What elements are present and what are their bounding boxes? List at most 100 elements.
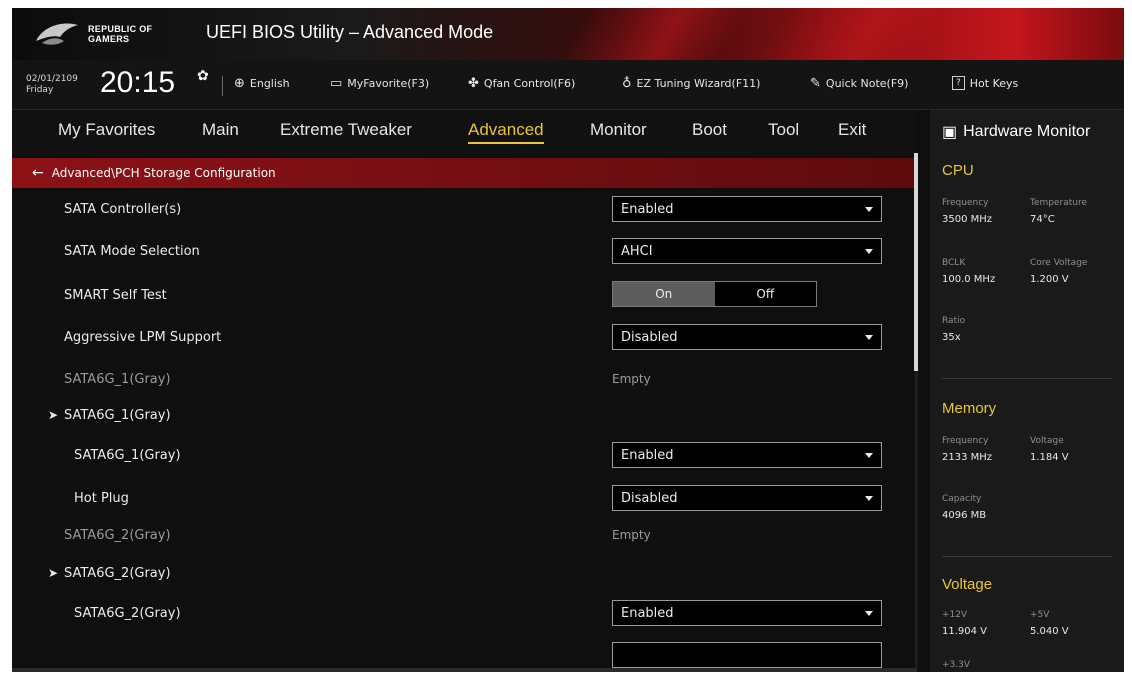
dropdown-value: AHCI bbox=[621, 244, 653, 259]
hot-plug-dropdown[interactable]: Disabled bbox=[612, 485, 882, 511]
setting-row-sata-controllers: SATA Controller(s) Enabled bbox=[12, 190, 917, 230]
port-status: Empty bbox=[612, 528, 651, 542]
v5-value: 5.040 V bbox=[1030, 626, 1069, 637]
divider bbox=[222, 76, 223, 96]
cpu-temperature-label: Temperature bbox=[1030, 198, 1088, 208]
quick-note-label: Quick Note(F9) bbox=[825, 77, 909, 90]
voltage-heading: Voltage bbox=[942, 576, 993, 593]
sata-mode-dropdown[interactable]: AHCI bbox=[612, 238, 882, 264]
tab-extreme-tweaker[interactable]: Extreme Tweaker bbox=[280, 120, 412, 140]
setting-label: SATA6G_1(Gray) bbox=[64, 372, 171, 387]
brand-line-2: GAMERS bbox=[88, 34, 130, 44]
monitor-icon: ▣ bbox=[942, 124, 958, 141]
clock-display[interactable]: 20:15 bbox=[100, 66, 175, 100]
day-text: Friday bbox=[26, 85, 54, 95]
tab-tool[interactable]: Tool bbox=[768, 120, 799, 140]
setting-row-smart-self-test: SMART Self Test On Off bbox=[12, 276, 917, 316]
aggressive-lpm-dropdown[interactable]: Disabled bbox=[612, 324, 882, 350]
memory-capacity-value: 4096 MB bbox=[942, 510, 987, 521]
section-divider bbox=[942, 378, 1112, 379]
setting-label: SATA6G_2(Gray) bbox=[64, 528, 171, 543]
memory-voltage-label: Voltage bbox=[1030, 436, 1064, 446]
setting-label: Hot Plug bbox=[74, 491, 129, 506]
port-status: Empty bbox=[612, 372, 651, 386]
setting-row-sata6g1-expander[interactable]: ➤ SATA6G_1(Gray) bbox=[12, 396, 917, 436]
setting-label: SATA6G_2(Gray) bbox=[74, 606, 181, 621]
setting-row-sata-mode: SATA Mode Selection AHCI bbox=[12, 232, 917, 272]
cpu-frequency-value: 3500 MHz bbox=[942, 214, 993, 225]
ratio-value: 35x bbox=[942, 332, 961, 343]
bottom-strip bbox=[12, 668, 917, 672]
gear-icon[interactable]: ✿ bbox=[197, 68, 209, 84]
setting-label: SATA Mode Selection bbox=[64, 244, 200, 259]
hardware-monitor-label: Hardware Monitor bbox=[963, 123, 1091, 140]
dropdown-value: Disabled bbox=[621, 330, 678, 345]
setting-row-sata6g1-status: SATA6G_1(Gray) Empty bbox=[12, 360, 917, 400]
ez-tuning-wizard-button[interactable]: ♁ EZ Tuning Wizard(F11) bbox=[622, 76, 760, 91]
setting-label: SATA Controller(s) bbox=[64, 202, 182, 217]
brand-line-1: REPUBLIC OF bbox=[88, 24, 153, 34]
tab-main[interactable]: Main bbox=[202, 120, 239, 140]
tab-advanced[interactable]: Advanced bbox=[468, 120, 544, 144]
hardware-monitor-panel: ▣ Hardware Monitor CPU Frequency 3500 MH… bbox=[930, 110, 1124, 672]
quick-note-button[interactable]: ✎ Quick Note(F9) bbox=[810, 76, 908, 91]
expand-arrow-icon: ➤ bbox=[48, 408, 59, 422]
breadcrumb: ← Advanced\PCH Storage Configuration bbox=[12, 158, 917, 188]
memory-frequency-label: Frequency bbox=[942, 436, 989, 446]
partial-dropdown[interactable] bbox=[612, 642, 882, 668]
myfavorite-label: MyFavorite(F3) bbox=[347, 77, 430, 90]
setting-label: SATA6G_1(Gray) bbox=[74, 448, 181, 463]
date-display: 02/01/2109 Friday bbox=[26, 74, 78, 96]
qfan-control-button[interactable]: ✤ Qfan Control(F6) bbox=[468, 76, 575, 91]
v5-label: +5V bbox=[1030, 610, 1050, 620]
myfavorite-button[interactable]: ▭ MyFavorite(F3) bbox=[330, 76, 429, 91]
hardware-monitor-title: ▣ Hardware Monitor bbox=[942, 122, 1090, 142]
tab-monitor[interactable]: Monitor bbox=[590, 120, 647, 140]
language-label: English bbox=[249, 77, 290, 90]
v33-label: +3.3V bbox=[942, 660, 971, 670]
chevron-down-icon bbox=[865, 453, 873, 458]
submenu-label[interactable]: SATA6G_1(Gray) bbox=[64, 408, 171, 423]
info-bar: 02/01/2109 Friday 20:15 ✿ ⊕ English ▭ My… bbox=[12, 60, 1124, 110]
setting-row-sata6g2-expander[interactable]: ➤ SATA6G_2(Gray) bbox=[12, 554, 917, 594]
v12-value: 11.904 V bbox=[942, 626, 988, 637]
qfan-label: Qfan Control(F6) bbox=[483, 77, 576, 90]
cpu-temperature-value: 74°C bbox=[1030, 214, 1055, 225]
chevron-down-icon bbox=[865, 335, 873, 340]
setting-row-sata6g2-status: SATA6G_2(Gray) Empty bbox=[12, 516, 917, 556]
language-button[interactable]: ⊕ English bbox=[234, 76, 290, 91]
sata6g1-dropdown[interactable]: Enabled bbox=[612, 442, 882, 468]
setting-row-hot-plug: Hot Plug Disabled bbox=[12, 479, 917, 519]
memory-heading: Memory bbox=[942, 400, 997, 417]
chevron-down-icon bbox=[865, 496, 873, 501]
ratio-label: Ratio bbox=[942, 316, 966, 326]
ez-tuning-label: EZ Tuning Wizard(F11) bbox=[636, 77, 761, 90]
smart-self-test-toggle[interactable]: On Off bbox=[612, 281, 817, 307]
dropdown-value: Enabled bbox=[621, 448, 674, 463]
memory-capacity-label: Capacity bbox=[942, 494, 982, 504]
bios-screen: REPUBLIC OF GAMERS UEFI BIOS Utility – A… bbox=[12, 8, 1124, 672]
scrollbar-thumb[interactable] bbox=[914, 153, 918, 371]
hot-keys-button[interactable]: ? Hot Keys bbox=[952, 76, 1018, 90]
toggle-off-option[interactable]: Off bbox=[715, 282, 817, 306]
setting-label: SMART Self Test bbox=[64, 288, 167, 303]
tab-exit[interactable]: Exit bbox=[838, 120, 866, 140]
tab-my-favorites[interactable]: My Favorites bbox=[58, 120, 155, 140]
memory-frequency-value: 2133 MHz bbox=[942, 452, 993, 463]
tab-boot[interactable]: Boot bbox=[692, 120, 727, 140]
date-text: 02/01/2109 bbox=[26, 74, 78, 84]
memory-voltage-value: 1.184 V bbox=[1030, 452, 1069, 463]
breadcrumb-path: Advanced\PCH Storage Configuration bbox=[51, 166, 276, 180]
hot-keys-label: Hot Keys bbox=[969, 76, 1019, 90]
sata6g2-dropdown[interactable]: Enabled bbox=[612, 600, 882, 626]
submenu-label[interactable]: SATA6G_2(Gray) bbox=[64, 566, 171, 581]
main-menu: My Favorites Main Extreme Tweaker Advanc… bbox=[12, 110, 917, 156]
setting-row-aggressive-lpm: Aggressive LPM Support Disabled bbox=[12, 318, 917, 358]
back-arrow-icon[interactable]: ← bbox=[32, 165, 44, 181]
core-voltage-value: 1.200 V bbox=[1030, 274, 1069, 285]
toggle-on-option[interactable]: On bbox=[613, 282, 715, 306]
rog-eye-icon bbox=[34, 21, 80, 47]
expand-arrow-icon: ➤ bbox=[48, 566, 59, 580]
setting-label: Aggressive LPM Support bbox=[64, 330, 222, 345]
sata-controllers-dropdown[interactable]: Enabled bbox=[612, 196, 882, 222]
